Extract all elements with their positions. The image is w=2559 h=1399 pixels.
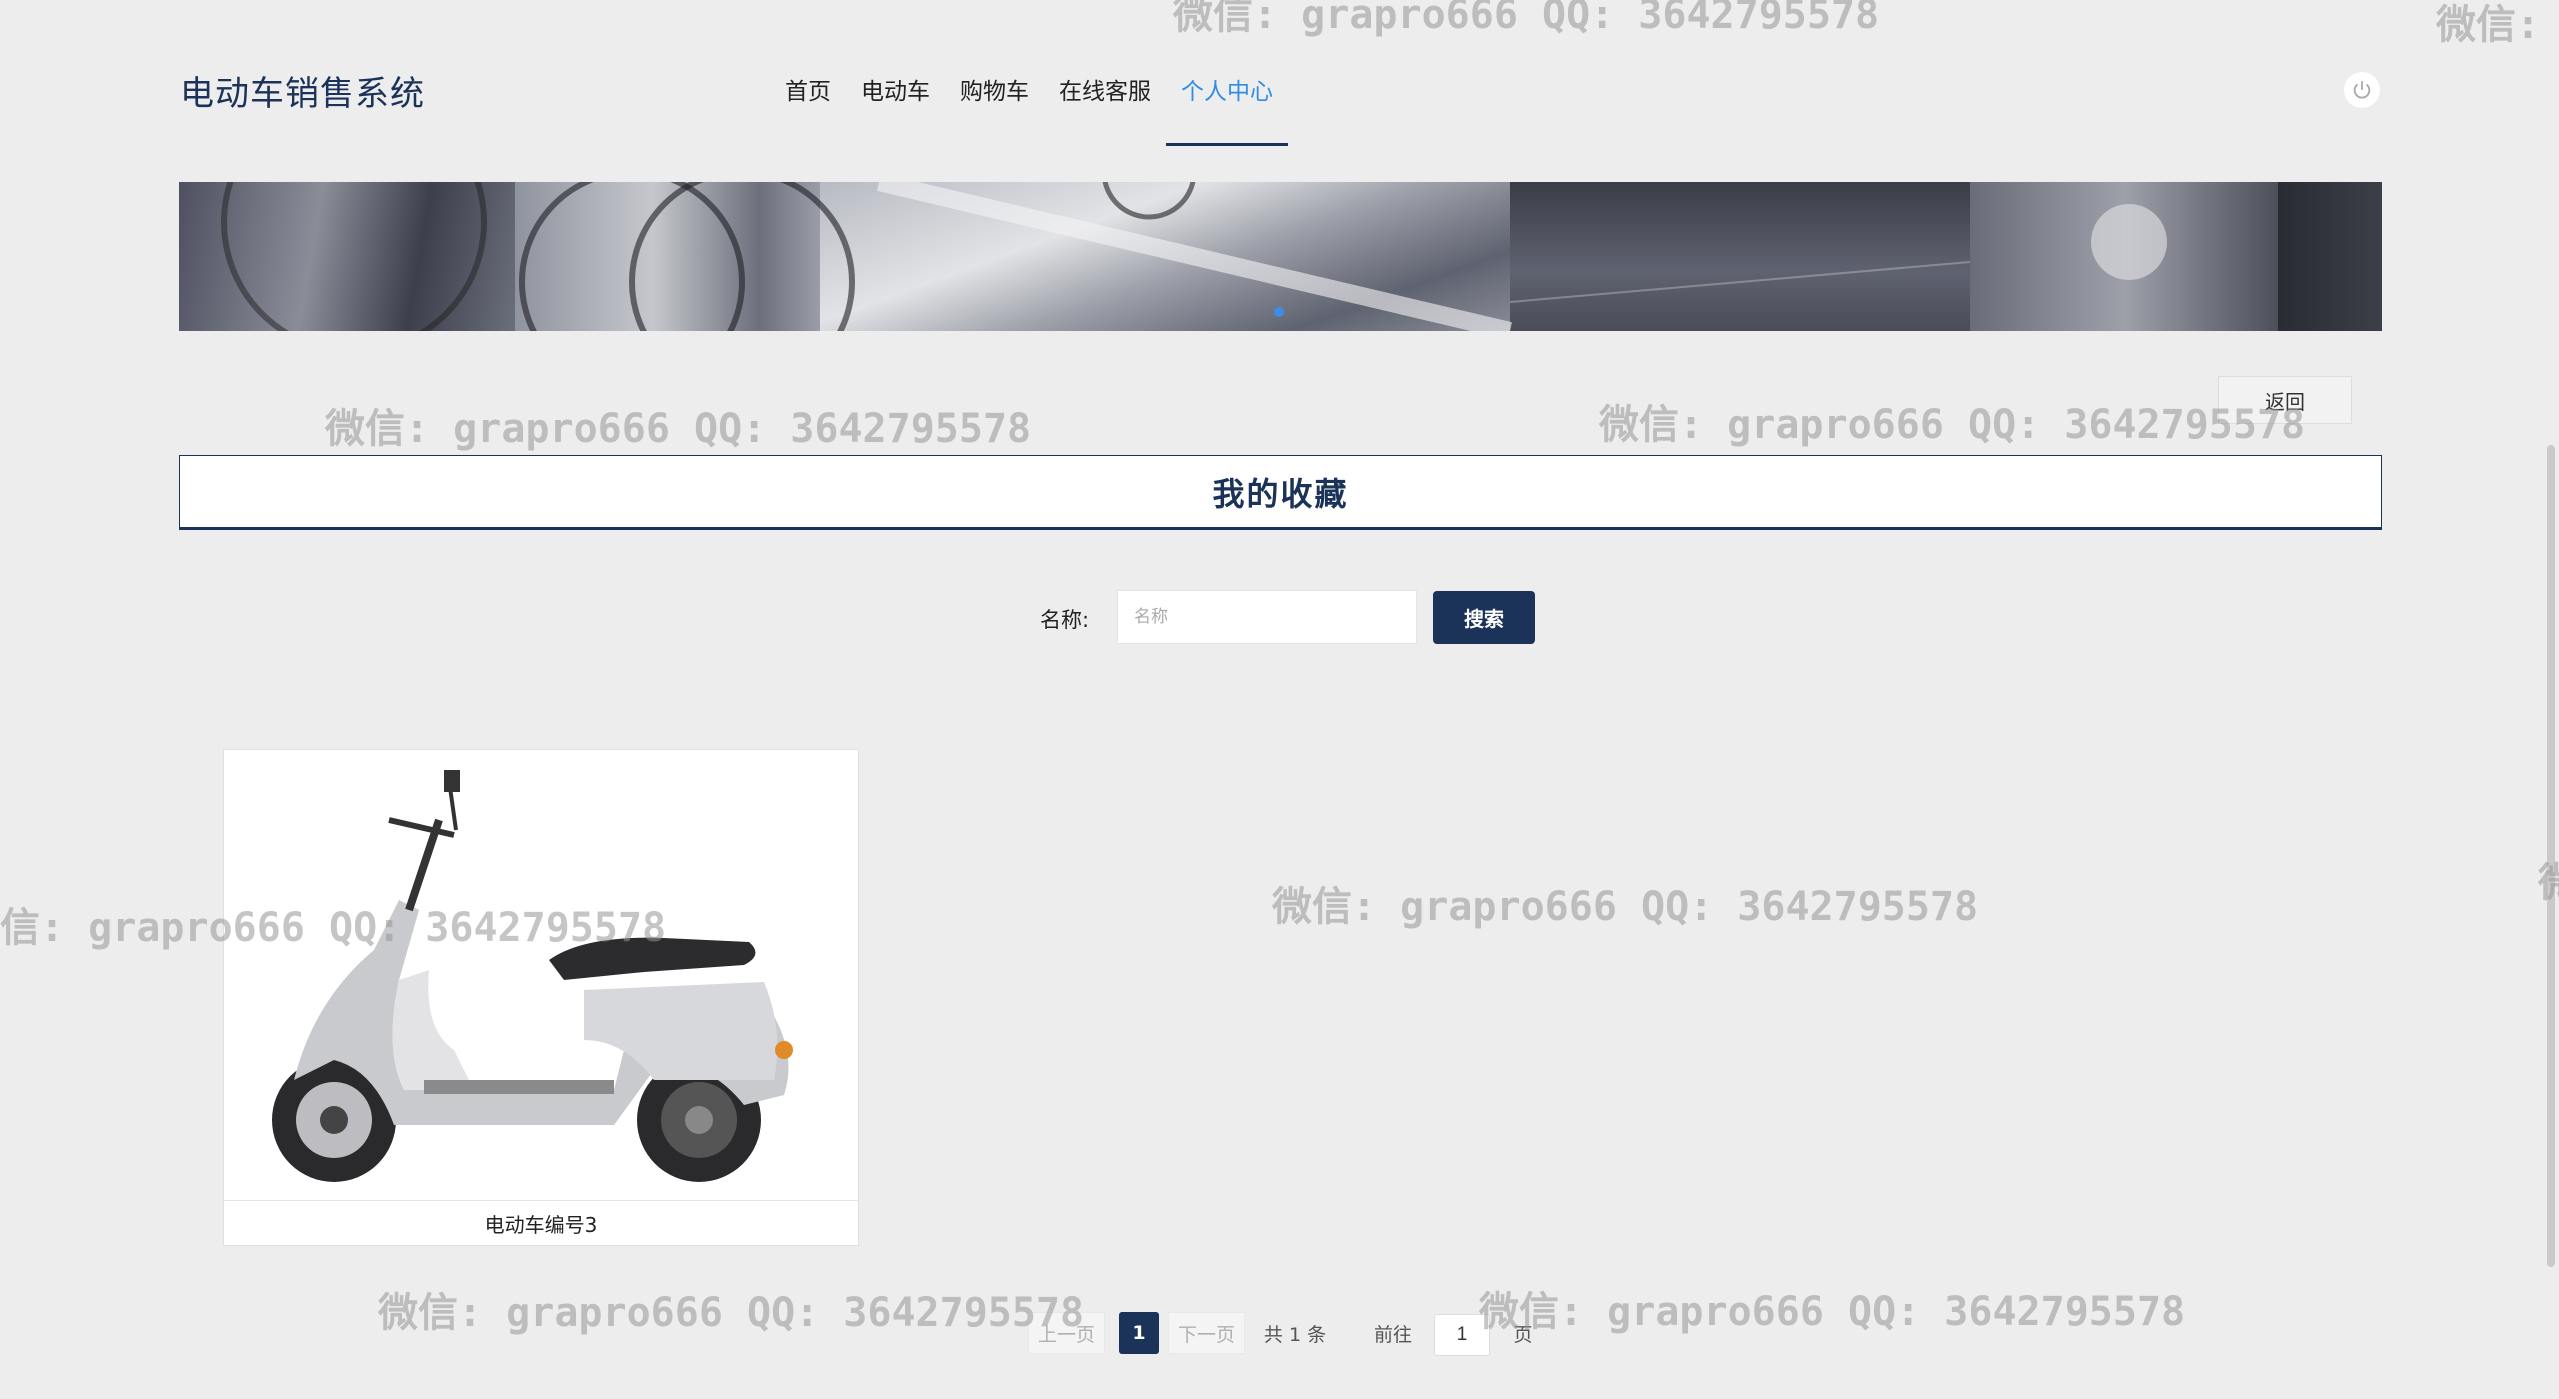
- watermark: 微信: grapro666 QQ: 3642795578: [1173, 0, 1880, 38]
- page-suffix: 页: [1513, 1323, 1533, 1346]
- watermark: 微信: grapro666 QQ: 3642795578: [2436, 2, 2559, 48]
- nav-ebikes[interactable]: 电动车: [846, 72, 945, 146]
- goto-label: 前往: [1373, 1323, 1412, 1346]
- item-caption: 电动车编号3: [224, 1200, 858, 1246]
- watermark: 微信: grapro666 QQ: 3642795578: [1599, 402, 2306, 448]
- banner-carousel[interactable]: [179, 182, 2382, 331]
- nav-personal-center[interactable]: 个人中心: [1166, 72, 1288, 146]
- prev-page-button[interactable]: 上一页: [1028, 1312, 1105, 1354]
- main-nav: 首页 电动车 购物车 在线客服 个人中心: [770, 72, 1288, 146]
- search-label: 名称:: [1040, 608, 1090, 632]
- watermark: 微信: grapro666 QQ: 3642795578: [1272, 884, 1979, 930]
- carousel-indicator[interactable]: [1274, 307, 1284, 317]
- page-title-box: 我的收藏: [179, 455, 2382, 530]
- page-number-current[interactable]: 1: [1119, 1312, 1159, 1354]
- next-page-button[interactable]: 下一页: [1168, 1312, 1245, 1354]
- watermark: 微信: grapro666 QQ: 3642795578: [378, 1290, 1085, 1336]
- logout-button[interactable]: [2344, 72, 2380, 108]
- nav-home[interactable]: 首页: [770, 72, 846, 146]
- search-button[interactable]: 搜索: [1433, 591, 1535, 644]
- favorite-item-card[interactable]: 电动车编号3: [223, 749, 859, 1246]
- goto-page-input[interactable]: [1434, 1314, 1490, 1356]
- watermark: 微信: grapro666 QQ: 3642795578: [325, 406, 1032, 452]
- nav-online-service[interactable]: 在线客服: [1044, 72, 1166, 146]
- name-search-input[interactable]: [1117, 590, 1417, 644]
- total-count: 共 1 条: [1263, 1323, 1327, 1346]
- page-title: 我的收藏: [1212, 474, 1349, 513]
- power-icon: [2353, 80, 2371, 99]
- back-button[interactable]: 返回: [2218, 376, 2352, 424]
- page-scrollbar[interactable]: [2547, 445, 2555, 1267]
- site-brand: 电动车销售系统: [180, 74, 425, 114]
- nav-cart[interactable]: 购物车: [945, 72, 1044, 146]
- scooter-image: [224, 750, 858, 1200]
- watermark: 微信: grapro666 QQ: 3642795578: [1479, 1289, 2186, 1335]
